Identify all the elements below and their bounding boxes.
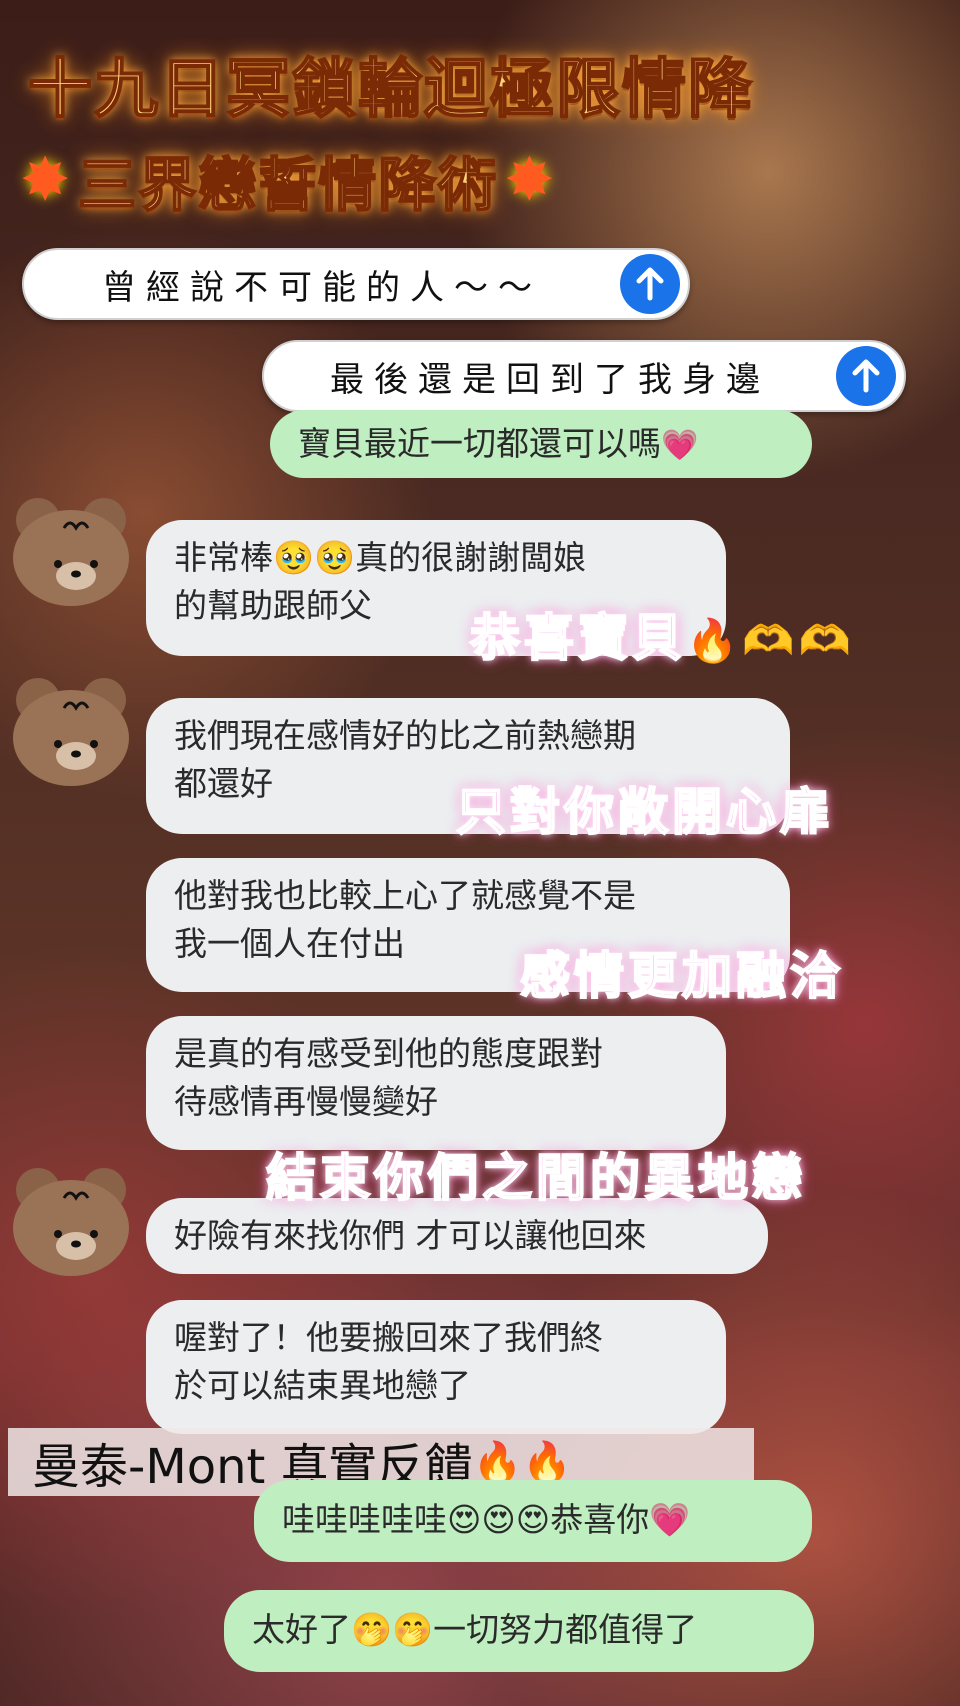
chat-bubble-text: 寶貝最近一切都還可以嗎	[298, 424, 661, 463]
fire-heart-hands-emoji: 🔥🫶🫶	[686, 616, 855, 665]
bear-avatar-icon	[13, 1168, 129, 1276]
caption-harmony: 感情更加融洽	[519, 946, 844, 1006]
chat-bubble-sent: 太好了🤭🤭一切努力都值得了	[224, 1590, 814, 1672]
arrow-up-icon	[852, 359, 880, 393]
chat-bubble-line: 於可以結束異地戀了	[174, 1366, 471, 1405]
chat-bubble-received: 喔對了！他要搬回來了我們終 於可以結束異地戀了	[146, 1300, 726, 1434]
chat-bubble-line: 他對我也比較上心了就感覺不是	[174, 876, 636, 915]
headline-title: 十九日冥鎖輪迴極限情降	[27, 52, 754, 128]
chat-bubble-line: 待感情再慢慢變好	[174, 1082, 438, 1121]
heart-emoji: 💗	[661, 428, 699, 463]
bear-avatar-icon	[13, 678, 129, 786]
arrow-up-icon	[636, 267, 664, 301]
message-input-2-text: 最後還是回到了我身邊	[330, 359, 770, 400]
send-button-1[interactable]	[620, 254, 680, 314]
caption-congrats-text: 恭喜寶貝	[469, 608, 686, 668]
bear-avatar-icon	[13, 498, 129, 606]
caption-long-distance: 結束你們之間的異地戀	[265, 1148, 806, 1208]
chat-bubble-line: 非常棒🥹🥹真的很謝謝闆娘	[174, 538, 587, 577]
chat-bubble-line: 我們現在感情好的比之前熱戀期	[174, 716, 636, 755]
chat-bubble-text: 好險有來找你們 才可以讓他回來	[174, 1216, 647, 1255]
send-button-2[interactable]	[836, 346, 896, 406]
chat-bubble-sent: 哇哇哇哇哇😍😍😍恭喜你💗	[254, 1480, 812, 1562]
chat-bubble-sent: 寶貝最近一切都還可以嗎💗	[270, 410, 812, 478]
chat-bubble-received: 是真的有感受到他的態度跟對 待感情再慢慢變好	[146, 1016, 726, 1150]
message-input-1[interactable]: 曾經說不可能的人～～	[22, 248, 690, 320]
message-input-1-text: 曾經說不可能的人～～	[102, 267, 542, 308]
chat-bubble-text: 哇哇哇哇哇😍😍😍恭喜你💗	[282, 1500, 691, 1539]
chat-bubble-line: 是真的有感受到他的態度跟對	[174, 1034, 603, 1073]
fire-emoji: 🔥🔥	[472, 1439, 573, 1486]
sparkle-right-icon: ✸	[504, 145, 557, 215]
message-input-2[interactable]: 最後還是回到了我身邊	[262, 340, 906, 412]
chat-bubble-line: 喔對了！他要搬回來了我們終	[174, 1318, 603, 1357]
caption-congrats: 恭喜寶貝🔥🫶🫶	[469, 598, 855, 670]
sparkle-left-icon: ✸	[20, 145, 73, 215]
chat-bubble-text: 太好了🤭🤭一切努力都值得了	[252, 1610, 698, 1649]
headline-subtitle: ✸ 三界戀誓情降術 ✸	[20, 138, 557, 222]
caption-open-heart: 只對你敞開心扉	[455, 782, 834, 842]
headline-subtitle-text: 三界戀誓情降術	[77, 150, 499, 220]
